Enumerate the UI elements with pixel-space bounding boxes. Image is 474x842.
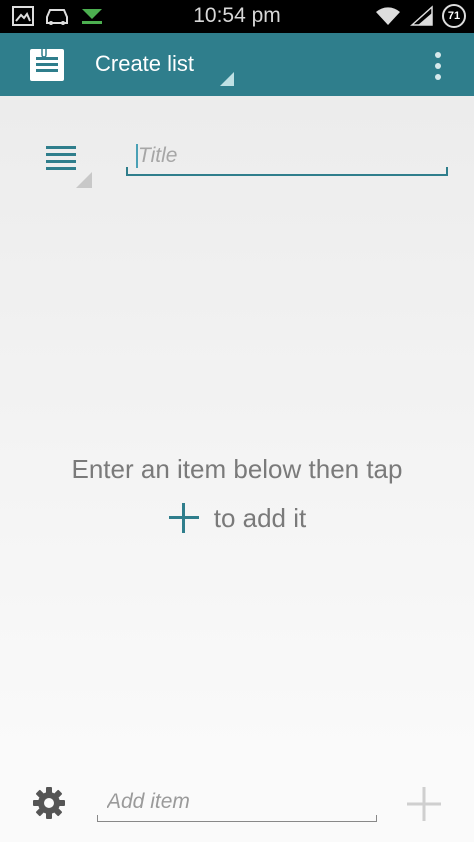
list-style-button[interactable] xyxy=(46,146,94,190)
empty-hint-line1: Enter an item below then tap xyxy=(71,454,403,484)
wifi-icon xyxy=(376,7,400,25)
clipboard-list-icon[interactable] xyxy=(28,47,66,83)
add-item-button[interactable] xyxy=(406,786,442,822)
title-input[interactable] xyxy=(138,142,438,170)
list-lines-icon xyxy=(46,146,94,170)
title-field[interactable] xyxy=(126,140,448,176)
empty-hint-text: to add it xyxy=(213,502,307,533)
status-bar: 10:54 pm 71 xyxy=(0,0,474,33)
gear-icon[interactable] xyxy=(32,786,66,820)
plus-icon xyxy=(168,503,199,533)
list-type-spinner[interactable]: Create list xyxy=(95,51,194,77)
add-item-field[interactable] xyxy=(97,784,377,822)
signal-icon xyxy=(410,5,433,26)
battery-icon: 71 xyxy=(442,4,466,28)
list-editor: Enter an item below then tap to add it xyxy=(0,96,474,760)
empty-hint-line2: to add it xyxy=(0,502,474,534)
app-bar: Create list xyxy=(0,33,474,96)
add-item-input[interactable] xyxy=(107,788,367,816)
status-system: 71 xyxy=(374,4,466,28)
spinner-indicator-icon xyxy=(220,72,234,86)
overflow-menu-icon[interactable] xyxy=(428,50,448,82)
corner-indicator-icon xyxy=(76,172,92,188)
bottom-bar xyxy=(0,760,474,842)
